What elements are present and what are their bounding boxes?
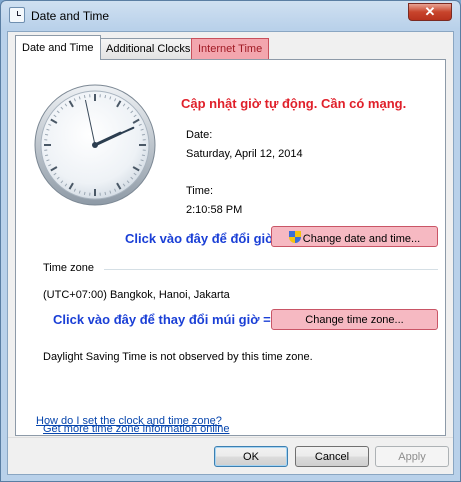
date-label: Date:	[186, 129, 213, 141]
change-timezone-button[interactable]: Change time zone...	[271, 309, 438, 330]
clock-minute-tick	[45, 133, 49, 136]
dialog-client-area: Date and Time Additional Clocks Internet…	[7, 31, 454, 475]
date-value: Saturday, April 12, 2014	[186, 148, 303, 160]
ok-button[interactable]: OK	[214, 446, 288, 467]
uac-shield-icon	[288, 231, 301, 244]
annotation-internet-time: Cập nhật giờ tự động. Cần có mạng.	[181, 96, 407, 111]
date-time-dialog: Date and Time ✕ Date and Time Additional…	[0, 0, 461, 482]
dst-note: Daylight Saving Time is not observed by …	[43, 351, 313, 363]
annotation-change-time: Click vào đây để đổi giờ	[125, 231, 275, 246]
how-to-set-clock-link[interactable]: How do I set the clock and time zone?	[36, 415, 222, 427]
clock-icon	[9, 7, 25, 23]
tab-internet-time[interactable]: Internet Time	[191, 38, 270, 59]
annotation-change-zone: Click vào đây để thay đổi múi giờ =>	[53, 312, 279, 327]
apply-button[interactable]: Apply	[375, 446, 449, 467]
clock-minute-tick	[83, 95, 86, 99]
tab-additional-clocks[interactable]: Additional Clocks	[99, 38, 198, 59]
clock-minute-tick	[104, 95, 107, 99]
clock-minute-tick	[83, 191, 86, 195]
change-date-time-button[interactable]: Change date and time...	[271, 226, 438, 247]
time-label: Time:	[186, 185, 214, 197]
tab-date-and-time[interactable]: Date and Time	[15, 35, 101, 60]
timezone-separator	[104, 269, 438, 270]
clock-minute-tick	[45, 154, 49, 157]
timezone-heading: Time zone	[43, 262, 94, 274]
window-title: Date and Time	[31, 9, 110, 23]
clock-minute-tick	[141, 154, 145, 157]
time-value: 2:10:58 PM	[186, 204, 243, 216]
clock-minute-tick	[141, 133, 145, 136]
change-date-time-label: Change date and time...	[302, 233, 421, 245]
analog-clock	[34, 84, 156, 206]
timezone-value: (UTC+07:00) Bangkok, Hanoi, Jakarta	[43, 289, 230, 301]
tab-panel: Cập nhật giờ tự động. Cần có mạng. Date:…	[15, 59, 446, 436]
clock-minute-tick	[104, 191, 107, 195]
cancel-button[interactable]: Cancel	[295, 446, 369, 467]
title-bar[interactable]: Date and Time ✕	[1, 1, 460, 31]
close-button[interactable]: ✕	[408, 3, 452, 21]
footer-separator	[8, 437, 453, 438]
